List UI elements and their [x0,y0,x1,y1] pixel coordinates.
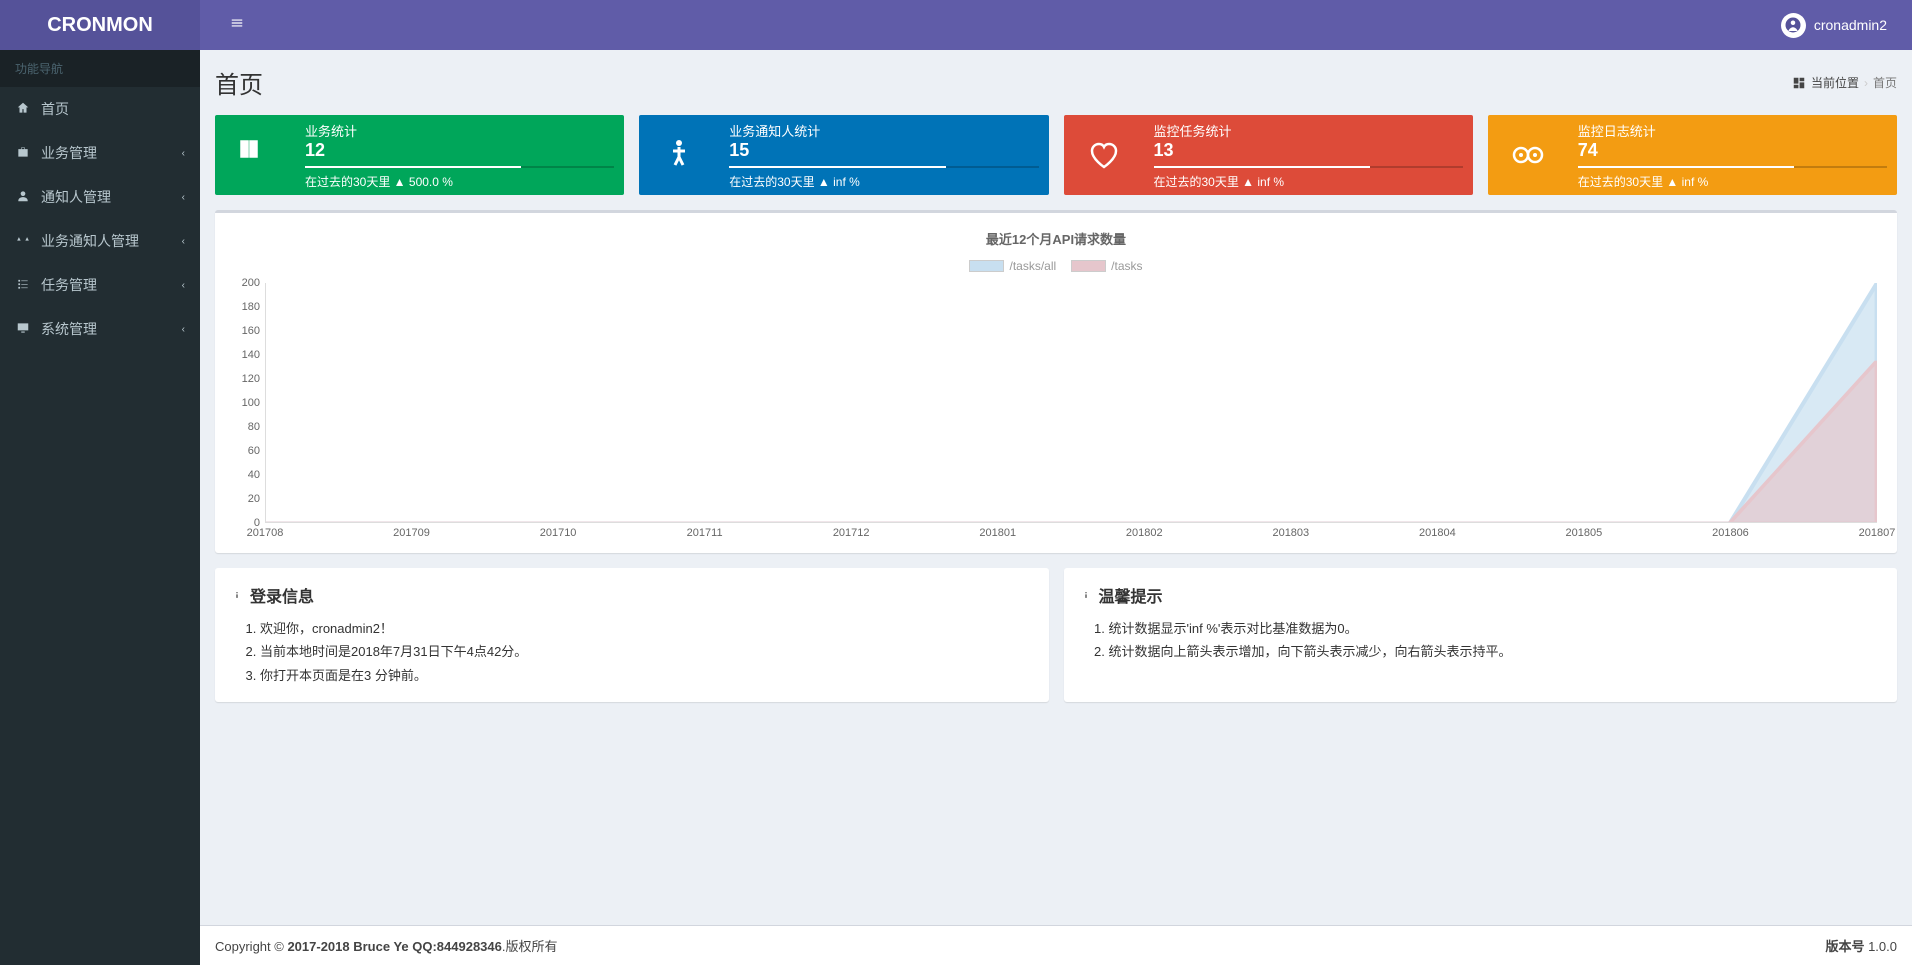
chevron-left-icon: ‹ [182,192,185,203]
info-icon [230,588,244,602]
sidebar-item-label: 首页 [41,99,69,119]
footer-version: 版本号 1.0.0 [1825,936,1897,955]
user-name: cronadmin2 [1814,17,1887,33]
sidebar-item-5[interactable]: 系统管理 ‹ [0,307,200,351]
stat-footer: 在过去的30天里 ▲ inf % [1154,173,1463,190]
login-info-title: 登录信息 [250,583,314,607]
balance-icon [15,233,31,250]
list-item: 你打开本页面是在3 分钟前。 [260,664,1034,687]
stat-title: 业务统计 [305,121,614,140]
logo[interactable]: CRONMON [0,0,200,50]
sidebar-item-label: 任务管理 [41,275,97,295]
list-item: 欢迎你，cronadmin2！ [260,617,1034,640]
stat-value: 74 [1578,140,1887,161]
stat-footer: 在过去的30天里 ▲ inf % [1578,173,1887,190]
tasks-icon [15,277,31,294]
bars-icon [230,16,244,30]
footer: Copyright © 2017-2018 Bruce Ye QQ:844928… [200,925,1912,965]
chart-container: 最近12个月API请求数量 /tasks/all/tasks 200180160… [225,223,1887,543]
page-title: 首页 [215,65,263,100]
sidebar-item-1[interactable]: 业务管理 ‹ [0,131,200,175]
chart-legend: /tasks/all/tasks [225,254,1887,283]
sidebar-item-4[interactable]: 任务管理 ‹ [0,263,200,307]
book-icon [215,115,295,195]
sidebar-item-3[interactable]: 业务通知人管理 ‹ [0,219,200,263]
sidebar-item-0[interactable]: 首页 [0,87,200,131]
chart-y-axis: 200180160140120100806040200 [225,283,260,523]
chevron-left-icon: ‹ [182,236,185,247]
dashboard-icon [1792,76,1806,90]
chevron-left-icon: ‹ [182,280,185,291]
login-info-box: 登录信息 欢迎你，cronadmin2！当前本地时间是2018年7月31日下午4… [215,568,1049,702]
chart-plot-area [265,283,1877,523]
sidebar: 功能导航 首页 业务管理 ‹ 通知人管理 ‹ 业务通知人管理 ‹ 任务管理 ‹ … [0,50,200,965]
breadcrumb-current[interactable]: 首页 [1873,74,1897,91]
stat-value: 13 [1154,140,1463,161]
sidebar-section-header: 功能导航 [0,50,200,87]
stat-title: 监控任务统计 [1154,121,1463,140]
briefcase-icon [15,145,31,162]
legend-item[interactable]: /tasks/all [969,259,1056,273]
sidebar-item-2[interactable]: 通知人管理 ‹ [0,175,200,219]
display-icon [15,321,31,338]
chart-x-axis: 2017082017092017102017112017122018012018… [265,527,1877,543]
sidebar-item-label: 通知人管理 [41,187,111,207]
list-item: 当前本地时间是2018年7月31日下午4点42分。 [260,640,1034,663]
chevron-left-icon: ‹ [182,148,185,159]
sidebar-item-label: 系统管理 [41,319,97,339]
stat-box-1[interactable]: 业务通知人统计 15 在过去的30天里 ▲ inf % [639,115,1048,195]
stat-title: 业务通知人统计 [729,121,1038,140]
tips-list: 统计数据显示'inf %'表示对比基准数据为0。统计数据向上箭头表示增加，向下箭… [1079,617,1883,664]
chevron-left-icon: ‹ [182,324,185,335]
chart-box: 最近12个月API请求数量 /tasks/all/tasks 200180160… [215,210,1897,553]
stat-footer: 在过去的30天里 ▲ 500.0 % [305,173,614,190]
user-avatar-icon [1781,13,1806,38]
stat-value: 15 [729,140,1038,161]
sidebar-item-label: 业务通知人管理 [41,231,139,251]
list-item: 统计数据向上箭头表示增加，向下箭头表示减少，向右箭头表示持平。 [1109,640,1883,663]
stat-box-3[interactable]: 监控日志统计 74 在过去的30天里 ▲ inf % [1488,115,1897,195]
breadcrumb-label: 当前位置 [1811,74,1859,91]
home-icon [15,101,31,118]
tips-box: 温馨提示 统计数据显示'inf %'表示对比基准数据为0。统计数据向上箭头表示增… [1064,568,1898,702]
stat-value: 12 [305,140,614,161]
person-icon [639,115,719,195]
list-item: 统计数据显示'inf %'表示对比基准数据为0。 [1109,617,1883,640]
content-wrapper: 首页 当前位置 › 首页 业务统计 12 在过去的30天里 ▲ 500.0 % [200,50,1912,965]
sidebar-item-label: 业务管理 [41,143,97,163]
navbar: cronadmin2 [200,0,1912,50]
login-info-list: 欢迎你，cronadmin2！当前本地时间是2018年7月31日下午4点42分。… [230,617,1034,687]
content-header: 首页 当前位置 › 首页 [200,50,1912,100]
stats-row: 业务统计 12 在过去的30天里 ▲ 500.0 % 业务通知人统计 15 在过… [215,115,1897,195]
footer-copyright: Copyright © 2017-2018 Bruce Ye QQ:844928… [215,936,558,955]
breadcrumb: 当前位置 › 首页 [1792,74,1897,91]
user-icon [15,189,31,206]
main-header: CRONMON cronadmin2 [0,0,1912,50]
eyes-icon [1488,115,1568,195]
heart-icon [1064,115,1144,195]
tips-title: 温馨提示 [1099,583,1163,607]
user-menu[interactable]: cronadmin2 [1771,13,1897,38]
stat-footer: 在过去的30天里 ▲ inf % [729,173,1038,190]
info-icon [1079,588,1093,602]
info-row: 登录信息 欢迎你，cronadmin2！当前本地时间是2018年7月31日下午4… [215,568,1897,702]
legend-item[interactable]: /tasks [1071,259,1142,273]
stat-box-2[interactable]: 监控任务统计 13 在过去的30天里 ▲ inf % [1064,115,1473,195]
chart-title: 最近12个月API请求数量 [225,223,1887,254]
sidebar-toggle-button[interactable] [215,1,259,50]
stat-title: 监控日志统计 [1578,121,1887,140]
content: 业务统计 12 在过去的30天里 ▲ 500.0 % 业务通知人统计 15 在过… [200,100,1912,925]
stat-box-0[interactable]: 业务统计 12 在过去的30天里 ▲ 500.0 % [215,115,624,195]
chart-plot: 200180160140120100806040200 201708201709… [265,283,1877,543]
